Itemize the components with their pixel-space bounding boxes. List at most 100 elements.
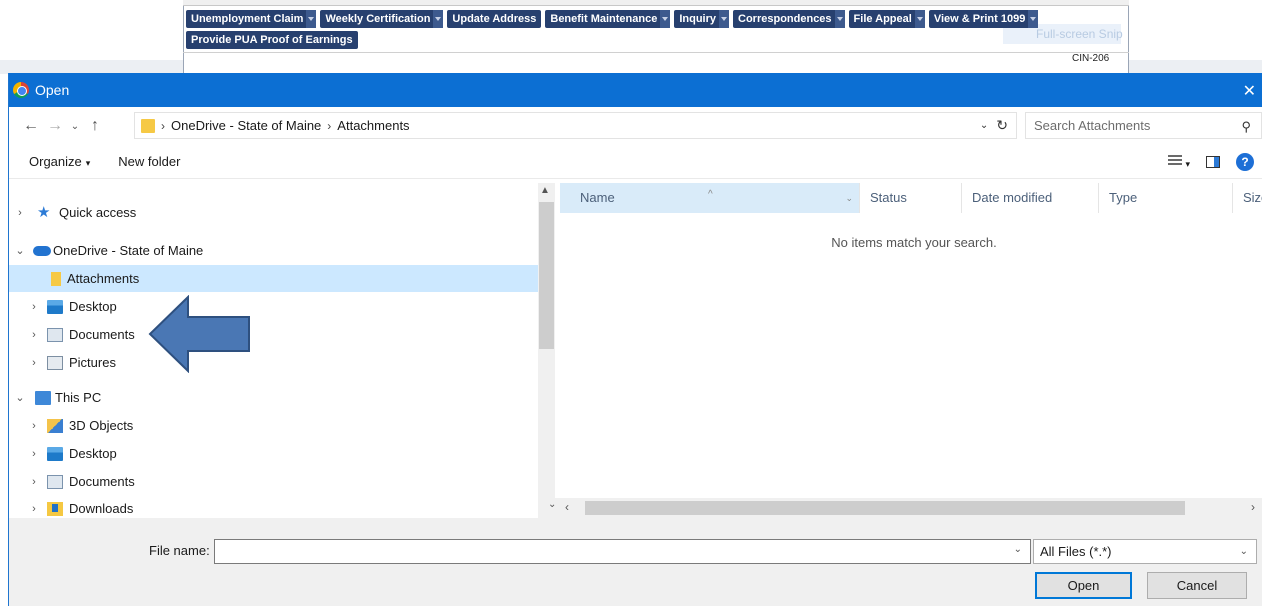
breadcrumb-onedrive[interactable]: OneDrive - State of Maine: [171, 118, 321, 133]
file-list-horizontal-scrollbar[interactable]: ‹ ›: [555, 498, 1262, 518]
expand-icon[interactable]: ›: [13, 207, 27, 219]
forward-arrow-icon[interactable]: →: [43, 117, 67, 135]
tree-item-desktop[interactable]: › Desktop: [9, 293, 538, 320]
collapse-icon[interactable]: ⌄: [13, 391, 27, 404]
expand-icon[interactable]: ›: [27, 476, 41, 488]
nav-provide-pua-proof[interactable]: Provide PUA Proof of Earnings: [186, 31, 358, 49]
scroll-up-icon[interactable]: ▲: [540, 185, 550, 196]
breadcrumb-separator-icon[interactable]: ›: [327, 119, 331, 133]
back-arrow-icon[interactable]: ←: [19, 117, 43, 135]
search-icon[interactable]: ⚲: [1241, 119, 1251, 135]
up-arrow-icon[interactable]: ↑: [83, 117, 107, 135]
tree-item-3d-objects[interactable]: › 3D Objects: [9, 412, 538, 439]
nav-label: Inquiry: [679, 13, 717, 25]
scroll-right-icon[interactable]: ›: [1251, 500, 1255, 514]
breadcrumb-attachments[interactable]: Attachments: [337, 118, 409, 133]
cancel-button[interactable]: Cancel: [1147, 572, 1247, 599]
nav-unemployment-claim[interactable]: Unemployment Claim: [186, 10, 317, 28]
collapse-icon[interactable]: ⌄: [13, 244, 27, 257]
tree-item-documents[interactable]: › Documents: [9, 321, 538, 348]
nav-label: Weekly Certification: [325, 13, 431, 25]
search-placeholder: Search Attachments: [1034, 118, 1151, 133]
expand-icon[interactable]: ›: [27, 301, 41, 313]
expand-icon[interactable]: ›: [27, 420, 41, 432]
pictures-folder-icon: [47, 355, 63, 370]
tree-item-label: Downloads: [69, 501, 134, 516]
expand-icon[interactable]: ›: [27, 329, 41, 341]
column-header-date-modified[interactable]: Date modified: [962, 183, 1099, 213]
chevron-down-icon: [660, 10, 671, 28]
expand-icon[interactable]: ›: [27, 357, 41, 369]
screen: Full-screen Snip Unemployment Claim Week…: [0, 0, 1262, 606]
annotation-arrow-icon: [148, 295, 250, 373]
folder-icon: [141, 118, 155, 133]
navigation-pane: › ★ Quick access ⌄ OneDrive - State of M…: [9, 183, 555, 518]
cloud-icon: [33, 244, 51, 258]
scroll-left-icon[interactable]: ‹: [565, 500, 569, 514]
breadcrumb-separator-icon[interactable]: ›: [161, 119, 165, 133]
horizontal-scrollbar-thumb[interactable]: [585, 501, 1185, 515]
nav-view-print-1099[interactable]: View & Print 1099: [928, 10, 1039, 28]
column-header-status[interactable]: Status: [860, 183, 962, 213]
desktop-folder-icon: [47, 446, 63, 461]
nav-update-address[interactable]: Update Address: [447, 10, 542, 28]
view-controls: ▾ ?: [1167, 153, 1254, 171]
recent-locations-chevron-icon[interactable]: ⌄: [67, 121, 83, 132]
empty-state-message: No items match your search.: [831, 235, 997, 250]
tree-item-attachments[interactable]: Attachments: [9, 265, 538, 292]
dialog-title-bar[interactable]: Open ✕: [9, 73, 1262, 107]
nav-label: File Appeal: [853, 13, 912, 25]
file-list-header: ^ Name ⌄ Status Date modified Type Size: [560, 183, 1262, 213]
chevron-down-icon[interactable]: ⌄: [845, 183, 853, 213]
help-icon[interactable]: ?: [1236, 153, 1254, 171]
tree-item-this-pc[interactable]: ⌄ This PC: [9, 384, 538, 411]
close-icon[interactable]: ✕: [1243, 81, 1256, 101]
nav-weekly-certification[interactable]: Weekly Certification: [320, 10, 444, 28]
file-name-input[interactable]: ⌄: [214, 539, 1031, 564]
scroll-down-icon[interactable]: ⌄: [548, 499, 556, 510]
chevron-down-icon: ▾: [85, 158, 91, 168]
computer-icon: [35, 390, 51, 405]
chevron-down-icon[interactable]: ⌄: [1014, 544, 1022, 555]
nav-file-appeal[interactable]: File Appeal: [848, 10, 925, 28]
nav-label: Correspondences: [738, 13, 832, 25]
expand-icon[interactable]: ›: [27, 448, 41, 460]
3d-objects-icon: [47, 418, 63, 433]
view-options-icon: [1167, 154, 1182, 167]
nav-benefit-maintenance[interactable]: Benefit Maintenance: [545, 10, 671, 28]
tree-item-label: Attachments: [67, 271, 140, 286]
file-list: ^ Name ⌄ Status Date modified Type Size …: [560, 183, 1262, 518]
nav-label: View & Print 1099: [933, 13, 1026, 25]
tree-item-quick-access[interactable]: › ★ Quick access: [9, 199, 538, 226]
nav-inquiry[interactable]: Inquiry: [674, 10, 730, 28]
tree-item-pictures[interactable]: › Pictures: [9, 349, 538, 376]
address-dropdown-icon[interactable]: ⌄: [980, 120, 988, 131]
tree-item-documents-pc[interactable]: › Documents: [9, 468, 538, 495]
tree-scrollbar-thumb[interactable]: [539, 202, 554, 349]
nav-label: Benefit Maintenance: [550, 13, 658, 25]
file-type-select[interactable]: All Files (*.*) ⌄: [1033, 539, 1257, 564]
dialog-footer: File name: ⌄ All Files (*.*) ⌄ Open Canc…: [9, 518, 1262, 606]
search-input[interactable]: Search Attachments ⚲: [1025, 112, 1262, 139]
column-header-size[interactable]: Size: [1233, 183, 1262, 213]
tree-item-downloads[interactable]: › Downloads: [9, 495, 538, 518]
column-header-name[interactable]: ^ Name ⌄: [560, 183, 860, 213]
change-view-button[interactable]: ▾: [1167, 154, 1190, 170]
nav-correspondences[interactable]: Correspondences: [733, 10, 845, 28]
chevron-down-icon: [1028, 10, 1039, 28]
chevron-down-icon: [433, 10, 444, 28]
address-row: ← → ⌄ ↑ › OneDrive - State of Maine › At…: [9, 107, 1262, 145]
tree-item-label: Documents: [69, 474, 135, 489]
tree-item-label: OneDrive - State of Maine: [53, 243, 204, 258]
tree-item-desktop-pc[interactable]: › Desktop: [9, 440, 538, 467]
expand-icon[interactable]: ›: [27, 503, 41, 515]
column-header-type[interactable]: Type: [1099, 183, 1233, 213]
address-bar[interactable]: › OneDrive - State of Maine › Attachment…: [134, 112, 1017, 139]
preview-pane-icon[interactable]: [1206, 156, 1220, 168]
tree-item-onedrive[interactable]: ⌄ OneDrive - State of Maine: [9, 237, 538, 264]
refresh-icon[interactable]: ↻: [996, 117, 1008, 134]
new-folder-button[interactable]: New folder: [118, 154, 180, 169]
downloads-folder-icon: [47, 501, 63, 516]
organize-button[interactable]: Organize ▾: [29, 154, 90, 169]
open-button[interactable]: Open: [1035, 572, 1132, 599]
